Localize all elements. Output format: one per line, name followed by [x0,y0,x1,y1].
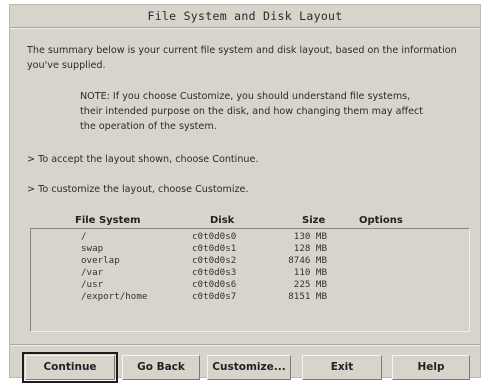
cell-disk: c0t0d0s7 [192,291,237,302]
cell-size: 130 MB [293,231,327,242]
file-system-table[interactable]: / c0t0d0s0 130 MB swap c0t0d0s1 128 MB o… [30,228,470,332]
note-text: NOTE: If you choose Customize, you shoul… [80,91,424,132]
cell-disk: c0t0d0s6 [192,279,237,290]
table-row[interactable]: swap c0t0d0s1 128 MB [31,243,469,255]
cell-disk: c0t0d0s1 [192,243,237,254]
cell-file-system: swap [81,243,104,254]
go-back-button[interactable]: Go Back [122,355,200,380]
exit-button[interactable]: Exit [302,355,382,380]
cell-size: 110 MB [293,267,327,278]
cell-size: 128 MB [293,243,327,254]
accept-hint: > To accept the layout shown, choose Con… [27,154,259,165]
cell-file-system: overlap [81,255,120,266]
table-row[interactable]: overlap c0t0d0s2 8746 MB [31,255,469,267]
cell-disk: c0t0d0s0 [192,231,237,242]
installer-window: File System and Disk Layout The summary … [9,4,481,383]
button-bar-divider [10,344,480,346]
cell-file-system: /var [81,267,104,278]
cell-file-system: / [81,231,87,242]
window-title: File System and Disk Layout [10,5,480,28]
summary-text: The summary below is your current file s… [27,45,457,71]
cell-size: 8746 MB [288,255,327,266]
column-header-options: Options [359,215,403,226]
column-header-size: Size [302,215,326,226]
cell-size: 225 MB [293,279,327,290]
cell-size: 8151 MB [288,291,327,302]
cell-disk: c0t0d0s3 [192,267,237,278]
continue-button[interactable]: Continue [22,352,118,383]
table-row[interactable]: /usr c0t0d0s6 225 MB [31,279,469,291]
table-row[interactable]: /var c0t0d0s3 110 MB [31,267,469,279]
cell-file-system: /usr [81,279,104,290]
cell-file-system: /export/home [81,291,148,302]
customize-hint: > To customize the layout, choose Custom… [27,184,249,195]
table-row[interactable]: / c0t0d0s0 130 MB [31,231,469,243]
column-header-file-system: File System [75,215,141,226]
column-header-disk: Disk [210,215,235,226]
cell-disk: c0t0d0s2 [192,255,237,266]
table-row[interactable]: /export/home c0t0d0s7 8151 MB [31,291,469,303]
help-button[interactable]: Help [392,355,470,380]
customize-button[interactable]: Customize... [207,355,291,380]
button-bar: Continue Go Back Customize... Exit Help [10,349,480,383]
